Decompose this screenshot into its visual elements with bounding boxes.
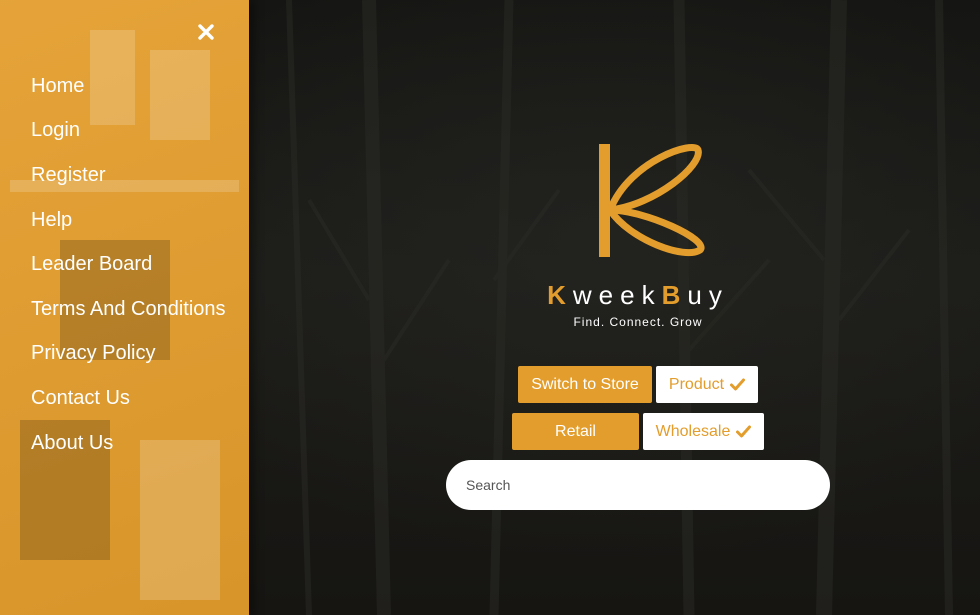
switch-to-store-button[interactable]: Switch to Store [518, 366, 652, 403]
sidebar-menu: Home Login Register Help Leader Board Te… [0, 0, 249, 615]
wholesale-toggle-button[interactable]: Wholesale [643, 413, 764, 450]
sidebar-item-register[interactable]: Register [31, 153, 226, 198]
sidebar-item-terms-and-conditions[interactable]: Terms And Conditions [31, 287, 226, 332]
retail-label: Retail [555, 422, 596, 440]
close-menu-button[interactable] [192, 18, 220, 46]
sidebar-item-privacy-policy[interactable]: Privacy Policy [31, 332, 226, 377]
sidebar-item-contact-us[interactable]: Contact Us [31, 376, 226, 421]
brand-text-uy: uy [687, 280, 729, 310]
check-icon [736, 425, 752, 438]
wholesale-label: Wholesale [655, 422, 731, 440]
product-toggle-button[interactable]: Product [656, 366, 758, 403]
switch-to-store-label: Switch to Store [531, 375, 639, 393]
sidebar-item-help[interactable]: Help [31, 198, 226, 243]
sidebar-nav: Home Login Register Help Leader Board Te… [31, 64, 226, 465]
retail-button[interactable]: Retail [512, 413, 639, 450]
close-icon [198, 24, 214, 40]
search-input[interactable] [446, 460, 830, 510]
check-icon [730, 378, 746, 391]
brand-letter-b: B [661, 280, 688, 310]
product-label: Product [668, 375, 725, 393]
brand-tagline: Find. Connect. Grow [573, 315, 703, 329]
sidebar-item-home[interactable]: Home [31, 64, 226, 109]
sidebar-item-about-us[interactable]: About Us [31, 421, 226, 466]
sidebar-item-login[interactable]: Login [31, 109, 226, 154]
sidebar-item-leader-board[interactable]: Leader Board [31, 242, 226, 287]
brand-text-week: week [572, 280, 662, 310]
brand-letter-k: K [547, 280, 573, 310]
brand-name: KweekBuy [538, 280, 738, 311]
page: Home Login Register Help Leader Board Te… [0, 0, 980, 615]
